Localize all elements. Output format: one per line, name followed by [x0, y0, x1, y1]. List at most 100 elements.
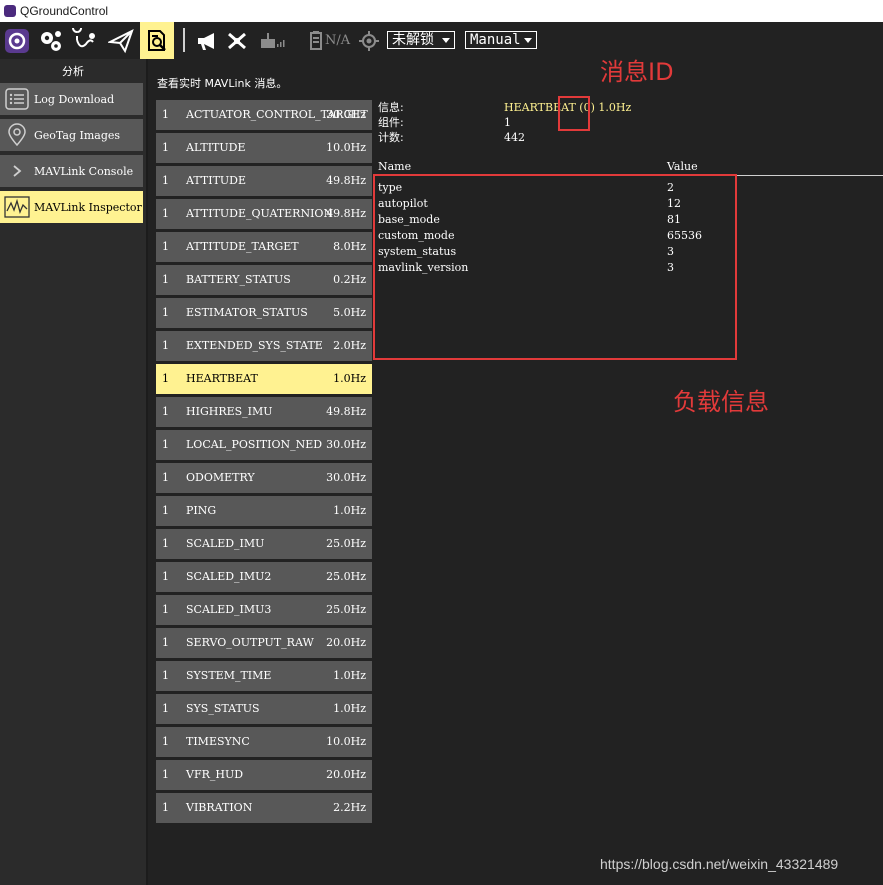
message-rate: 10.0Hz — [326, 735, 366, 748]
message-row[interactable]: 1 ODOMETRY 30.0Hz — [156, 463, 372, 493]
app-logo-icon — [4, 5, 16, 17]
document-search-icon — [148, 29, 166, 51]
message-row[interactable]: 1 BATTERY_STATUS 0.2Hz — [156, 265, 372, 295]
title-bar: QGroundControl — [0, 0, 883, 22]
sidebar-item-log-download[interactable]: Log Download — [0, 83, 143, 115]
gps-status-text: N/A — [325, 33, 351, 48]
message-row[interactable]: 1 SYSTEM_TIME 1.0Hz — [156, 661, 372, 691]
sidebar-item-label: MAVLink Inspector — [34, 200, 142, 214]
drone-icon — [228, 32, 246, 49]
message-row[interactable]: 1 SERVO_OUTPUT_RAW 20.0Hz — [156, 628, 372, 658]
message-name: ATTITUDE_QUATERNION — [186, 207, 334, 220]
message-row[interactable]: 1 VFR_HUD 20.0Hz — [156, 760, 372, 790]
message-component: 1 — [162, 240, 169, 253]
message-rate: 25.0Hz — [326, 537, 366, 550]
message-rate: 0.2Hz — [333, 273, 366, 286]
message-row[interactable]: 1 VIBRATION 2.2Hz — [156, 793, 372, 823]
message-component: 1 — [162, 504, 169, 517]
message-row[interactable]: 1 ESTIMATOR_STATUS 5.0Hz — [156, 298, 372, 328]
message-rate: 49.8Hz — [326, 207, 366, 220]
message-name: HIGHRES_IMU — [186, 405, 273, 418]
message-name: VFR_HUD — [186, 768, 244, 781]
annotation-box-message-id — [558, 96, 590, 131]
message-rate: 30.0Hz — [326, 471, 366, 484]
sidebar-item-label: Log Download — [34, 92, 115, 106]
message-row[interactable]: 1 ATTITUDE_QUATERNION 49.8Hz — [156, 199, 372, 229]
message-row[interactable]: 1 EXTENDED_SYS_STATE 2.0Hz — [156, 331, 372, 361]
sidebar-item-label: MAVLink Console — [34, 164, 134, 178]
megaphone-icon — [198, 32, 214, 50]
message-rate: 49.8Hz — [326, 174, 366, 187]
message-component: 1 — [162, 306, 169, 319]
message-row[interactable]: 1 HEARTBEAT 1.0Hz — [156, 364, 372, 394]
message-name: ATTITUDE — [186, 174, 247, 187]
message-info-labels: 信息: 组件: 计数: — [378, 100, 404, 145]
message-label: 信息: — [378, 101, 404, 114]
message-row[interactable]: 1 SCALED_IMU2 25.0Hz — [156, 562, 372, 592]
message-name: SCALED_IMU3 — [186, 603, 272, 616]
settings-button[interactable] — [34, 22, 68, 59]
sidebar-item-mavlink-inspector[interactable]: MAVLink Inspector — [0, 191, 143, 223]
message-component: 1 — [162, 603, 169, 616]
message-name: ODOMETRY — [186, 471, 255, 484]
message-rate: 1.0Hz — [333, 702, 366, 715]
message-rate: 20.0Hz — [326, 636, 366, 649]
flight-mode-dropdown[interactable]: Manual — [465, 31, 537, 49]
message-row[interactable]: 1 SCALED_IMU3 25.0Hz — [156, 595, 372, 625]
window-title: QGroundControl — [20, 4, 109, 18]
qgc-logo-icon — [5, 28, 29, 53]
message-row[interactable]: 1 SCALED_IMU 25.0Hz — [156, 529, 372, 559]
message-rate: 49.8Hz — [326, 405, 366, 418]
annotation-label-payload: 负载信息 — [673, 388, 769, 416]
chevron-down-icon — [442, 38, 450, 43]
message-rate: 5.0Hz — [333, 306, 366, 319]
message-rate: 10.0Hz — [326, 141, 366, 154]
rc-rssi-indicator[interactable] — [252, 22, 286, 59]
page-instruction: 查看实时 MAVLink 消息。 — [157, 77, 288, 90]
message-component: 1 — [162, 108, 169, 121]
annotation-box-payload — [373, 174, 737, 360]
message-rate-value: 1.0Hz — [598, 101, 632, 114]
message-row[interactable]: 1 PING 1.0Hz — [156, 496, 372, 526]
message-rate: 8.0Hz — [333, 240, 366, 253]
message-component: 1 — [162, 570, 169, 583]
message-rate: 2.2Hz — [333, 801, 366, 814]
vehicle-indicator[interactable] — [220, 22, 254, 59]
annotation-label-message-id: 消息ID — [600, 58, 674, 86]
message-rate: 30.0Hz — [326, 108, 366, 121]
message-row[interactable]: 1 ATTITUDE_TARGET 8.0Hz — [156, 232, 372, 262]
arm-status-dropdown[interactable]: 未解锁 — [387, 31, 455, 49]
message-row[interactable]: 1 SYS_STATUS 1.0Hz — [156, 694, 372, 724]
sidebar-item-mavlink-console[interactable]: MAVLink Console — [0, 155, 143, 187]
waveform-icon — [0, 191, 34, 223]
message-component: 1 — [162, 174, 169, 187]
message-rate: 20.0Hz — [326, 768, 366, 781]
message-component: 1 — [162, 636, 169, 649]
fly-view-button[interactable] — [104, 22, 138, 59]
sidebar-item-geotag-images[interactable]: GeoTag Images — [0, 119, 143, 151]
message-name: PING — [186, 504, 217, 517]
message-row[interactable]: 1 ALTITUDE 10.0Hz — [156, 133, 372, 163]
message-component: 1 — [162, 702, 169, 715]
message-row[interactable]: 1 ATTITUDE 49.8Hz — [156, 166, 372, 196]
gps-indicator[interactable] — [352, 22, 386, 59]
message-name: HEARTBEAT — [186, 372, 258, 385]
message-rate: 25.0Hz — [326, 570, 366, 583]
message-rate: 1.0Hz — [333, 669, 366, 682]
toolbar-separator — [183, 28, 185, 52]
message-row[interactable]: 1 LOCAL_POSITION_NED 30.0Hz — [156, 430, 372, 460]
message-name: ESTIMATOR_STATUS — [186, 306, 308, 319]
list-icon — [0, 83, 34, 115]
sidebar-title: 分析 — [62, 65, 84, 78]
message-name: TIMESYNC — [186, 735, 250, 748]
plan-view-button[interactable] — [68, 22, 102, 59]
message-row[interactable]: 1 ACTUATOR_CONTROL_TARGET 30.0Hz — [156, 100, 372, 130]
message-row[interactable]: 1 HIGHRES_IMU 49.8Hz — [156, 397, 372, 427]
messages-indicator[interactable] — [190, 22, 224, 59]
qgc-logo-button[interactable] — [0, 22, 34, 59]
analyze-view-button[interactable] — [140, 22, 174, 59]
toolbar: N/A 未解锁 Manual — [0, 22, 883, 59]
message-rate: 2.0Hz — [333, 339, 366, 352]
message-row[interactable]: 1 TIMESYNC 10.0Hz — [156, 727, 372, 757]
paper-plane-icon — [108, 28, 134, 53]
